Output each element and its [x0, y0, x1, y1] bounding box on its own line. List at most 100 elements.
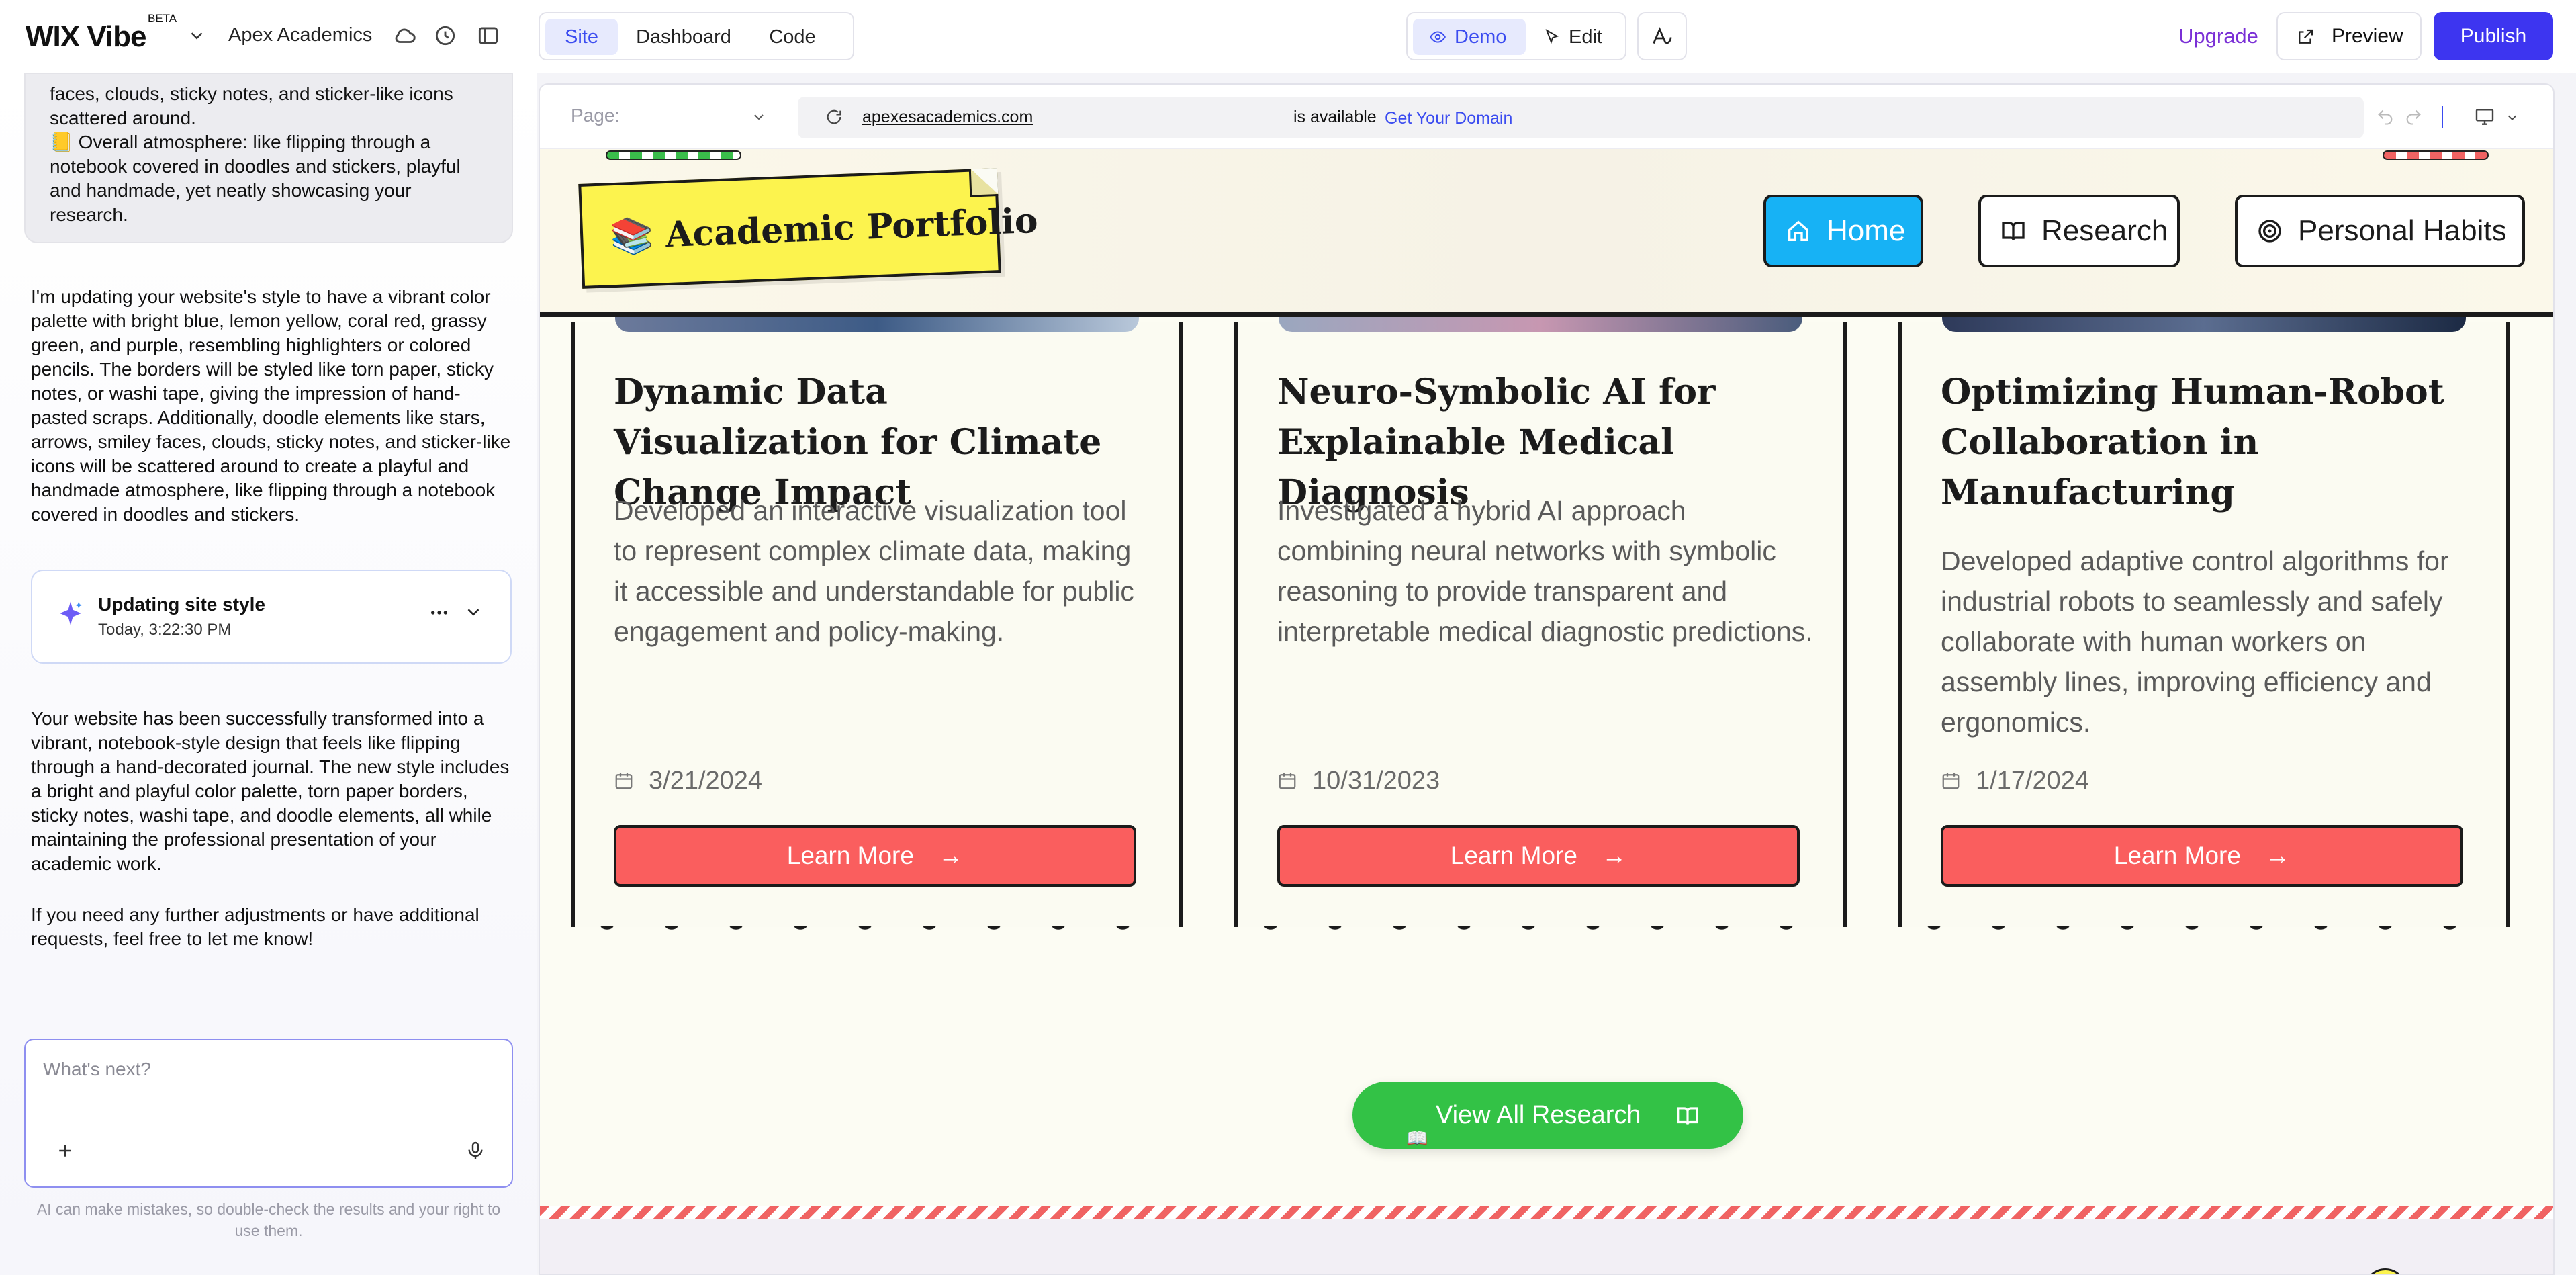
- assistant-message: I'm updating your website's style to hav…: [31, 286, 511, 525]
- domain-link[interactable]: apexesacademics.com: [862, 107, 1033, 127]
- sun-doodle-icon: [2364, 1268, 2407, 1274]
- research-card: Optimizing Human-Robot Collaboration in …: [1898, 317, 2510, 935]
- user-message-bubble: faces, clouds, sticky notes, and sticker…: [24, 73, 513, 243]
- card-image: [1279, 317, 1802, 332]
- chevron-down-icon[interactable]: [187, 26, 207, 46]
- eye-icon: [1430, 31, 1446, 43]
- chevron-down-icon[interactable]: [751, 109, 767, 125]
- card-title: Optimizing Human-Robot Collaboration in …: [1941, 371, 2444, 513]
- research-card: Neuro-Symbolic AI for Explainable Medica…: [1234, 317, 1847, 935]
- composer-placeholder: What's next?: [43, 1059, 151, 1080]
- divider: [2442, 106, 2443, 128]
- text-style-icon: [1653, 27, 1672, 44]
- publish-button[interactable]: Publish: [2434, 12, 2553, 60]
- history-icon[interactable]: [432, 23, 458, 48]
- status-time: Today, 3:22:30 PM: [98, 621, 232, 639]
- chat-panel: faces, clouds, sticky notes, and sticker…: [0, 73, 537, 1275]
- sidebar-toggle-icon[interactable]: [475, 23, 501, 48]
- demo-label: Demo: [1455, 26, 1507, 48]
- page-fold: [968, 168, 999, 197]
- nav-research-label: Research: [2041, 214, 2168, 247]
- undo-icon[interactable]: [2376, 107, 2395, 126]
- card-date-text: 1/17/2024: [1976, 766, 2090, 795]
- microphone-icon[interactable]: [465, 1139, 486, 1162]
- address-bar: apexesacademics.com is available Get You…: [798, 97, 2364, 138]
- preview-label: Preview: [2332, 25, 2403, 47]
- view-all-label: View All Research: [1436, 1101, 1641, 1129]
- portfolio-sticky-note[interactable]: 📚 Academic Portfolio: [578, 168, 1039, 289]
- logo-text: WIX Vibe: [26, 20, 146, 53]
- website-canvas: 📚 Academic Portfolio Home Research Perso…: [540, 149, 2553, 1274]
- assistant-message: Your website has been successfully trans…: [31, 708, 510, 874]
- tab-dashboard[interactable]: Dashboard: [626, 19, 741, 55]
- learn-more-label: Learn More: [1450, 842, 1577, 869]
- card-image: [1942, 317, 2466, 332]
- status-title: Updating site style: [98, 594, 265, 615]
- assistant-message: If you need any further adjustments or h…: [31, 904, 479, 949]
- beta-badge: BETA: [148, 12, 177, 25]
- card-description: Developed adaptive control algorithms fo…: [1941, 545, 2449, 738]
- card-image: [615, 317, 1139, 332]
- edit-mode-button[interactable]: Edit: [1539, 19, 1602, 55]
- typography-button[interactable]: [1637, 12, 1687, 60]
- site-footer: [540, 1219, 2553, 1274]
- top-bar: WIX Vibe BETA Apex Academics Site Dashbo…: [0, 0, 2576, 73]
- tab-code[interactable]: Code: [749, 19, 835, 55]
- get-domain-link[interactable]: Get Your Domain: [1385, 109, 1512, 128]
- learn-more-button[interactable]: Learn More →: [1941, 825, 2463, 887]
- arrow-right-icon: →: [2265, 842, 2291, 869]
- desktop-icon[interactable]: [2474, 106, 2495, 128]
- card-date: 1/17/2024: [1941, 766, 2089, 795]
- washi-tape: [2383, 150, 2489, 160]
- card-date: 3/21/2024: [614, 766, 762, 795]
- calendar-icon: [1279, 773, 1296, 789]
- edit-label: Edit: [1569, 26, 1602, 48]
- chevron-down-icon[interactable]: [2505, 110, 2520, 125]
- site-title: 📚 Academic Portfolio: [609, 200, 1039, 258]
- nav-home[interactable]: Home: [1763, 195, 1923, 267]
- chat-composer[interactable]: What's next?: [24, 1039, 513, 1188]
- arrow-right-icon: →: [938, 842, 964, 869]
- washi-tape-divider: [540, 1206, 2553, 1219]
- preview-toolbar: Page: apexesacademics.com is available G…: [540, 85, 2553, 149]
- nav-research[interactable]: Research: [1978, 195, 2180, 267]
- upgrade-link[interactable]: Upgrade: [2178, 24, 2258, 48]
- demo-mode-button[interactable]: Demo: [1413, 19, 1526, 55]
- cloud-icon[interactable]: [392, 23, 418, 48]
- more-options-icon[interactable]: [428, 602, 450, 623]
- learn-more-button[interactable]: Learn More →: [1277, 825, 1800, 887]
- cursor-icon: [1545, 29, 1559, 44]
- redo-icon[interactable]: [2404, 107, 2423, 126]
- research-card: Dynamic Data Visualization for Climate C…: [571, 317, 1183, 935]
- book-open-icon: [1677, 1107, 1698, 1125]
- nav-home-label: Home: [1827, 214, 1906, 247]
- wix-vibe-logo[interactable]: WIX Vibe BETA: [26, 12, 177, 54]
- chevron-down-icon[interactable]: [463, 602, 484, 622]
- refresh-icon[interactable]: [825, 107, 843, 126]
- learn-more-button[interactable]: Learn More →: [614, 825, 1136, 887]
- tab-site[interactable]: Site: [545, 19, 618, 55]
- target-icon: [2258, 220, 2281, 243]
- preview-button[interactable]: Preview: [2276, 12, 2422, 60]
- external-link-icon: [2299, 29, 2313, 44]
- nav-personal-habits-label: Personal Habits: [2298, 214, 2507, 247]
- card-date-text: 3/21/2024: [649, 766, 763, 795]
- card-date-text: 10/31/2023: [1312, 766, 1440, 795]
- learn-more-label: Learn More: [2113, 842, 2241, 869]
- status-card[interactable]: Updating site style Today, 3:22:30 PM: [31, 570, 512, 664]
- learn-more-label: Learn More: [786, 842, 914, 869]
- card-date: 10/31/2023: [1277, 766, 1440, 795]
- view-all-research-button[interactable]: 📖 View All Research: [1352, 1082, 1743, 1149]
- nav-personal-habits[interactable]: Personal Habits: [2235, 195, 2525, 267]
- plus-icon[interactable]: [55, 1141, 75, 1161]
- sparkle-icon: [60, 601, 83, 625]
- site-header: 📚 Academic Portfolio Home Research Perso…: [540, 149, 2553, 317]
- book-open-icon: [2002, 222, 2025, 240]
- site-preview-frame: Page: apexesacademics.com is available G…: [539, 83, 2555, 1275]
- site-name[interactable]: Apex Academics: [228, 24, 372, 46]
- page-selector[interactable]: Page:: [571, 105, 620, 126]
- calendar-icon: [615, 773, 633, 789]
- card-description: Investigated a hybrid AI approach combin…: [1277, 495, 1813, 647]
- view-tabs: Site Dashboard Code: [539, 12, 854, 60]
- book-emoji-icon: 📖: [1406, 1128, 1428, 1148]
